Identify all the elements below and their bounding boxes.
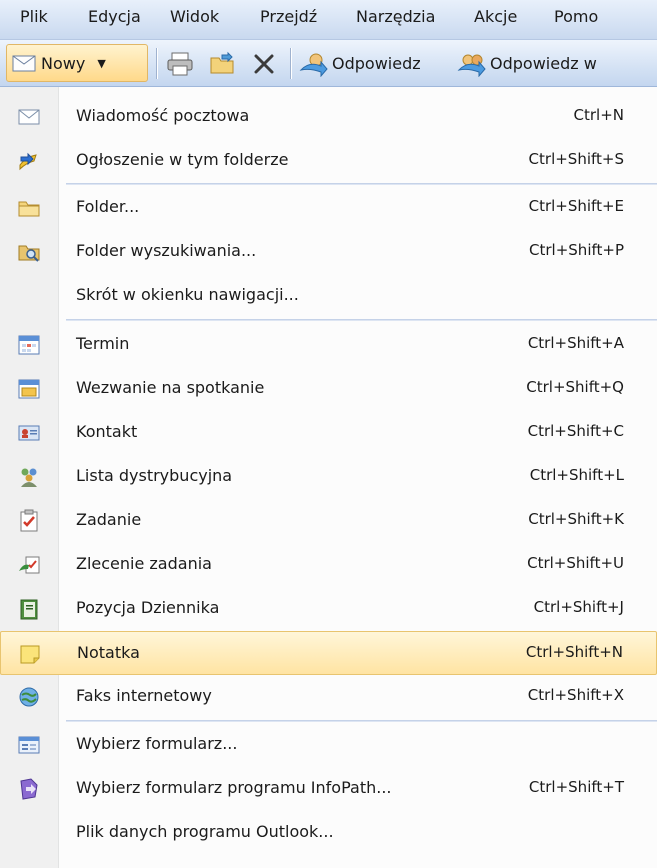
mail-message-icon	[18, 109, 40, 125]
menu-item-folder[interactable]: Folder... Ctrl+Shift+E	[0, 186, 657, 230]
menu-separator	[66, 183, 657, 185]
menu-akcje[interactable]: Akcje	[474, 7, 517, 26]
menu-item-shortcut: Ctrl+Shift+T	[528, 778, 624, 796]
menu-narzedzia[interactable]: Narzędzia	[356, 7, 435, 26]
reply-all-button-label: Odpowiedz w	[490, 54, 597, 73]
post-icon	[19, 152, 37, 171]
appointment-icon	[18, 335, 40, 355]
form-icon	[18, 736, 40, 754]
move-folder-icon	[210, 51, 234, 73]
menu-item-shortcut: Ctrl+Shift+L	[529, 466, 624, 484]
menu-item-label: Kontakt	[76, 422, 138, 441]
menu-item-label: Lista dystrybucyjna	[76, 466, 233, 485]
menu-item-choose-infopath-form[interactable]: Wybierz formularz programu InfoPath... C…	[0, 767, 657, 811]
contact-icon	[18, 425, 40, 441]
menu-item-shortcut: Ctrl+Shift+X	[527, 686, 624, 704]
menu-separator	[66, 720, 657, 722]
note-icon	[20, 645, 40, 664]
menu-item-shortcut: Ctrl+Shift+Q	[526, 378, 624, 396]
menu-item-label: Termin	[76, 334, 130, 353]
menu-item-label: Wezwanie na spotkanie	[76, 378, 265, 397]
menu-item-navigation-shortcut[interactable]: Skrót w okienku nawigacji...	[0, 274, 657, 318]
menu-item-internet-fax[interactable]: Faks internetowy Ctrl+Shift+X	[0, 675, 657, 719]
task-icon	[20, 509, 38, 532]
menu-item-label: Faks internetowy	[76, 686, 212, 705]
menu-item-label: Pozycja Dziennika	[76, 598, 220, 617]
new-button-label: Nowy	[41, 53, 86, 73]
toolbar-separator	[156, 48, 157, 79]
menu-widok[interactable]: Widok	[170, 7, 219, 26]
delete-button[interactable]	[252, 40, 276, 87]
folder-icon	[18, 201, 40, 217]
menu-plik[interactable]: Plik	[20, 7, 48, 26]
menu-item-shortcut: Ctrl+Shift+K	[528, 510, 624, 528]
menu-item-search-folder[interactable]: Folder wyszukiwania... Ctrl+Shift+P	[0, 230, 657, 274]
reply-icon	[299, 53, 328, 77]
menu-pomoc[interactable]: Pomo	[554, 7, 598, 26]
reply-button-label: Odpowiedz	[332, 54, 421, 73]
menu-item-label: Zadanie	[76, 510, 142, 529]
menu-item-journal-entry[interactable]: Pozycja Dziennika Ctrl+Shift+J	[0, 587, 657, 631]
menu-item-shortcut: Ctrl+Shift+S	[528, 150, 624, 168]
menu-item-contact[interactable]: Kontakt Ctrl+Shift+C	[0, 411, 657, 455]
menu-item-label: Wybierz formularz...	[76, 734, 238, 753]
menu-przejdz[interactable]: Przejdź	[260, 7, 317, 26]
move-to-folder-button[interactable]	[208, 40, 236, 87]
menubar: Plik Edycja Widok Przejdź Narzędzia Akcj…	[0, 0, 657, 40]
new-mail-icon	[12, 55, 36, 72]
menu-item-distribution-list[interactable]: Lista dystrybucyjna Ctrl+Shift+L	[0, 455, 657, 499]
menu-item-choose-form[interactable]: Wybierz formularz...	[0, 723, 657, 767]
toolbar-separator	[290, 48, 291, 79]
menu-separator	[66, 319, 657, 321]
journal-icon	[20, 599, 38, 620]
menu-item-mail-message[interactable]: Wiadomość pocztowa Ctrl+N	[0, 95, 657, 139]
menu-item-shortcut: Ctrl+Shift+A	[527, 334, 624, 352]
menu-item-shortcut: Ctrl+Shift+J	[533, 598, 624, 616]
reply-button[interactable]: Odpowiedz	[298, 40, 421, 87]
menu-item-outlook-data-file[interactable]: Plik danych programu Outlook...	[0, 811, 657, 855]
search-folder-icon	[18, 245, 40, 262]
menu-item-shortcut: Ctrl+Shift+N	[525, 643, 623, 661]
menu-item-label: Wiadomość pocztowa	[76, 106, 250, 125]
meeting-icon	[18, 379, 40, 399]
delete-icon	[254, 54, 274, 73]
reply-all-icon	[457, 54, 486, 77]
menu-item-shortcut: Ctrl+Shift+E	[528, 197, 624, 215]
toolbar: Nowy ▼ Odpowiedz Odpowiedz w	[0, 40, 657, 87]
chevron-down-icon[interactable]: ▼	[97, 57, 105, 70]
infopath-icon	[20, 778, 38, 800]
menu-item-label: Zlecenie zadania	[76, 554, 212, 573]
menu-edycja[interactable]: Edycja	[88, 7, 141, 26]
menu-item-label: Folder wyszukiwania...	[76, 241, 257, 260]
new-item-dropdown-menu: Wiadomość pocztowa Ctrl+N Ogłoszenie w t…	[0, 87, 657, 868]
menu-item-shortcut: Ctrl+Shift+U	[527, 554, 624, 572]
menu-item-note[interactable]: Notatka Ctrl+Shift+N	[0, 631, 657, 675]
menu-item-meeting-request[interactable]: Wezwanie na spotkanie Ctrl+Shift+Q	[0, 367, 657, 411]
menu-item-appointment[interactable]: Termin Ctrl+Shift+A	[0, 323, 657, 367]
menu-item-shortcut: Ctrl+N	[573, 106, 624, 124]
printer-icon	[167, 52, 193, 75]
menu-item-label: Ogłoszenie w tym folderze	[76, 150, 289, 169]
menu-item-task[interactable]: Zadanie Ctrl+Shift+K	[0, 499, 657, 543]
new-button[interactable]: Nowy ▼	[6, 44, 148, 82]
menu-item-label: Notatka	[77, 643, 140, 662]
reply-all-button[interactable]: Odpowiedz w	[456, 40, 597, 87]
menu-item-task-request[interactable]: Zlecenie zadania Ctrl+Shift+U	[0, 543, 657, 587]
task-request-icon	[19, 556, 40, 574]
menu-item-post[interactable]: Ogłoszenie w tym folderze Ctrl+Shift+S	[0, 139, 657, 183]
menu-item-label: Skrót w okienku nawigacji...	[76, 285, 299, 304]
distribution-list-icon	[21, 468, 37, 487]
menu-item-shortcut: Ctrl+Shift+P	[529, 241, 624, 259]
fax-icon	[19, 687, 39, 707]
menu-item-label: Wybierz formularz programu InfoPath...	[76, 778, 392, 797]
menu-item-label: Plik danych programu Outlook...	[76, 822, 334, 841]
menu-item-shortcut: Ctrl+Shift+C	[527, 422, 624, 440]
menu-item-label: Folder...	[76, 197, 140, 216]
print-button[interactable]	[166, 40, 194, 87]
